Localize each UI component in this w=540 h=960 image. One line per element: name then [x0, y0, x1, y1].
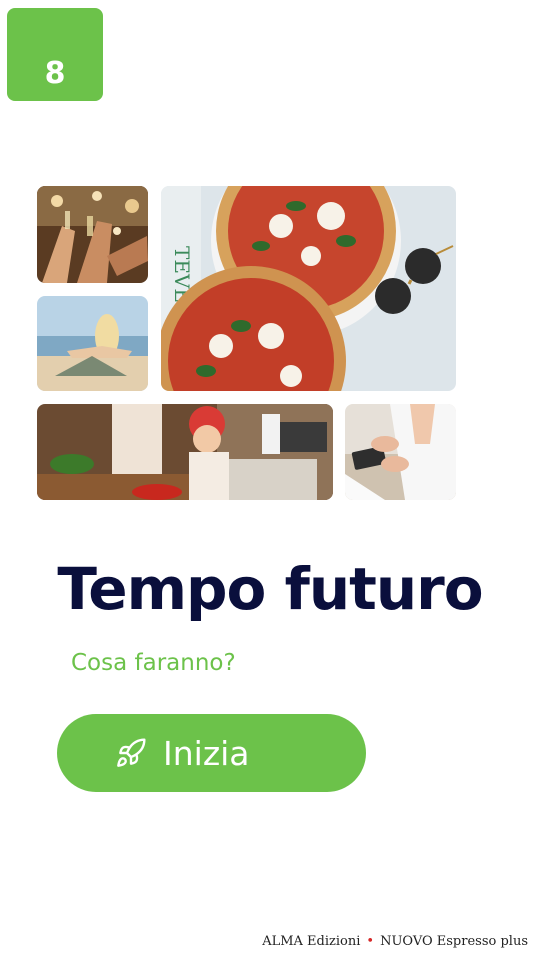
page-subtitle: Cosa faranno? [71, 650, 236, 676]
unit-number: 8 [44, 56, 66, 91]
publisher-name: ALMA Edizioni [262, 934, 361, 949]
party-toast-photo [37, 186, 148, 283]
unit-intro-screen: 8 TEVER Tempo futuro Cosa faranno? Inizi… [0, 0, 540, 960]
publisher-footer: ALMA Edizioni • NUOVO Espresso plus [262, 934, 528, 949]
unit-number-badge: 8 [7, 8, 103, 101]
rocket-icon [117, 738, 146, 767]
course-name: NUOVO Espresso plus [380, 934, 528, 949]
smartphone-user-photo [345, 404, 456, 500]
page-title: Tempo futuro [57, 555, 483, 623]
start-button-label: Inizia [163, 733, 250, 773]
pizza-table-photo: TEVER [161, 186, 456, 391]
family-cooking-photo [37, 404, 333, 500]
beach-relax-photo [37, 296, 148, 391]
footer-separator: • [366, 934, 375, 949]
start-button[interactable]: Inizia [57, 714, 366, 792]
